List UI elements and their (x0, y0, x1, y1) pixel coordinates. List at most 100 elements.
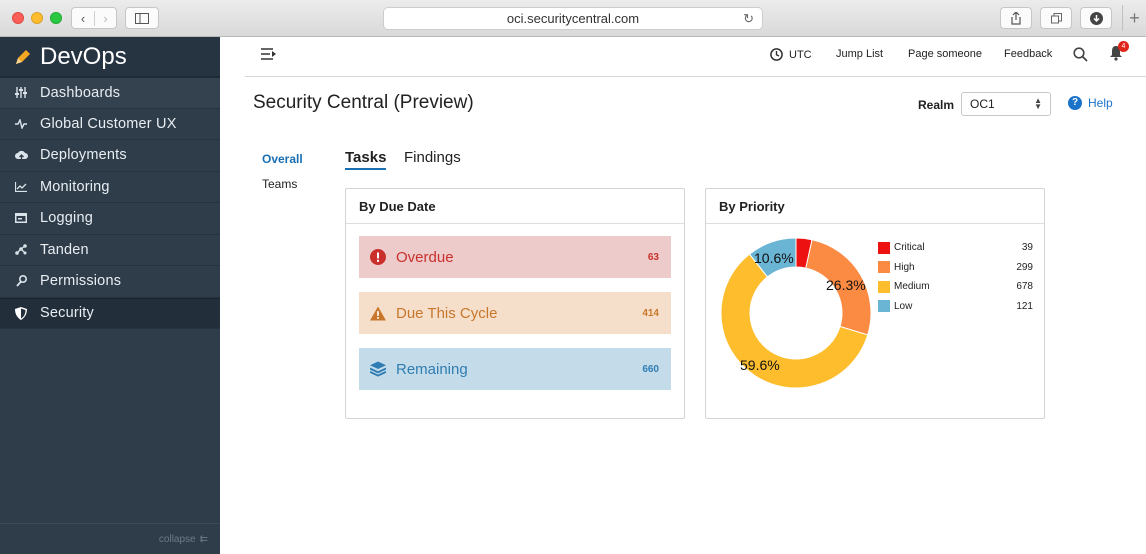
tab-findings[interactable]: Findings (404, 149, 461, 166)
sidebar-item-permissions[interactable]: Permissions (0, 266, 220, 298)
legend-item-critical[interactable]: Critical 39 (878, 238, 1033, 258)
zoom-window-button[interactable] (50, 12, 62, 24)
back-icon[interactable]: ‹ (72, 11, 94, 26)
alert-circle-icon (370, 249, 386, 265)
forward-icon[interactable]: › (93, 10, 116, 26)
sidebar-item-label: Logging (40, 210, 94, 227)
legend-label: Medium (894, 281, 930, 293)
legend-value: 39 (1021, 242, 1033, 254)
high-percent-label: 26.3% (826, 277, 866, 293)
card-title: By Priority (706, 189, 1044, 224)
sidebar-item-monitoring[interactable]: Monitoring (0, 172, 220, 203)
legend-label: Low (894, 300, 913, 312)
legend-swatch (878, 261, 890, 274)
legend-swatch (878, 241, 890, 254)
history-nav: ‹ › (71, 7, 117, 29)
shield-icon (14, 306, 28, 320)
sidebar-toggle-button[interactable] (125, 7, 159, 29)
menu-expand-icon (261, 48, 276, 60)
timezone-label: UTC (789, 48, 812, 61)
brand-header[interactable]: DevOps (0, 37, 220, 77)
legend-label: Critical (894, 242, 925, 254)
subnav-teams[interactable]: Teams (262, 177, 297, 191)
sidebar-item-dashboards[interactable]: Dashboards (0, 77, 220, 109)
url-text: oci.securitycentral.com (506, 11, 640, 26)
legend-item-high[interactable]: High 299 (878, 258, 1033, 278)
collapse-icon: ⇇ (199, 533, 208, 545)
collapse-label: collapse (158, 533, 196, 545)
due-date-card: By Due Date Overdue 63 Due This Cycle 41… (345, 188, 685, 419)
remaining-row[interactable]: Remaining 660 (359, 348, 671, 390)
collapse-sidebar-button[interactable]: collapse ⇇ (0, 523, 220, 554)
clock-icon (770, 48, 783, 61)
due-row-label: Due This Cycle (396, 304, 498, 322)
legend-item-low[interactable]: Low 121 (878, 297, 1033, 317)
menu-toggle-button[interactable] (261, 47, 278, 65)
sidebar-icon (135, 12, 149, 24)
close-window-button[interactable] (12, 12, 24, 24)
legend-swatch (878, 300, 890, 313)
due-row-label: Remaining (396, 360, 468, 378)
help-link[interactable]: ? Help (1068, 96, 1113, 110)
legend-item-medium[interactable]: Medium 678 (878, 277, 1033, 297)
select-arrows-icon: ▲ ▼ (1034, 96, 1042, 111)
pencil-logo-icon (16, 49, 30, 64)
low-percent-label: 10.6% (754, 250, 794, 266)
sidebar-item-logging[interactable]: Logging (0, 203, 220, 235)
sliders-icon (14, 87, 28, 99)
legend-value: 678 (1016, 281, 1033, 293)
key-icon (14, 275, 28, 287)
priority-legend: Critical 39 High 299 Medium 678 Low 121 (878, 238, 1033, 316)
sidebar-item-security[interactable]: Security (0, 297, 220, 329)
priority-card: By Priority 10.6% 26.3% 59.6% Critical 3… (705, 188, 1045, 419)
due-row-label: Overdue (396, 248, 454, 266)
tab-tasks[interactable]: Tasks (345, 149, 387, 170)
search-icon (1073, 47, 1088, 62)
reload-icon[interactable]: ↻ (743, 11, 754, 27)
jump-list-link[interactable]: Jump List (836, 48, 883, 60)
download-icon (1089, 11, 1103, 25)
pulse-icon (14, 118, 28, 129)
feedback-link[interactable]: Feedback (1004, 48, 1052, 60)
realm-select[interactable]: OC1 ▲ ▼ (961, 92, 1051, 116)
due-row-count: 63 (647, 251, 659, 263)
sidebar-item-label: Tanden (40, 241, 89, 258)
search-button[interactable] (1073, 47, 1088, 67)
timezone-button[interactable]: UTC (770, 48, 812, 61)
network-icon (14, 244, 28, 256)
card-title: By Due Date (346, 189, 684, 224)
subnav-overall[interactable]: Overall (262, 152, 303, 166)
terminal-icon (14, 213, 28, 224)
share-icon (1011, 11, 1021, 25)
due-row-count: 414 (642, 307, 659, 319)
legend-value: 121 (1016, 300, 1033, 312)
sidebar-item-label: Monitoring (40, 178, 110, 195)
sidebar-item-global-customer-ux[interactable]: Global Customer UX (0, 109, 220, 140)
downloads-button[interactable] (1080, 7, 1112, 29)
sidebar-item-tanden[interactable]: Tanden (0, 235, 220, 266)
help-icon: ? (1068, 96, 1082, 110)
overdue-row[interactable]: Overdue 63 (359, 236, 671, 278)
medium-percent-label: 59.6% (740, 357, 780, 373)
minimize-window-button[interactable] (31, 12, 43, 24)
line-chart-icon (14, 181, 28, 192)
notifications-button[interactable]: 4 (1109, 41, 1129, 66)
due-row-count: 660 (642, 363, 659, 375)
new-tab-button[interactable]: + (1122, 5, 1146, 31)
sidebar-item-deployments[interactable]: Deployments (0, 140, 220, 172)
warning-triangle-icon (370, 305, 386, 321)
sidebar-item-label: Security (40, 305, 94, 322)
layers-icon (370, 361, 386, 377)
sidebar-item-label: Deployments (40, 147, 127, 164)
share-button[interactable] (1000, 7, 1032, 29)
page-someone-link[interactable]: Page someone (908, 48, 982, 60)
app-topbar: UTC Jump List Page someone Feedback 4 (245, 37, 1146, 77)
sidebar-item-label: Dashboards (40, 84, 121, 101)
cloud-upload-icon (14, 150, 28, 161)
show-tabs-button[interactable] (1040, 7, 1072, 29)
help-label: Help (1088, 96, 1113, 110)
due-this-cycle-row[interactable]: Due This Cycle 414 (359, 292, 671, 334)
address-bar[interactable]: oci.securitycentral.com ↻ (383, 7, 763, 30)
tabs-icon (1050, 12, 1062, 23)
sidebar-item-label: Global Customer UX (40, 115, 177, 132)
